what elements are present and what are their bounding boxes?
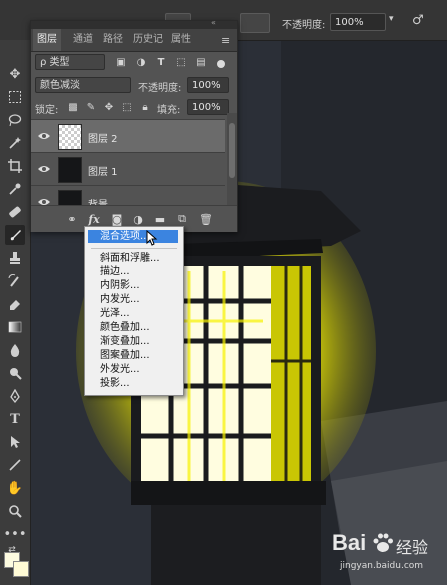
airbrush-icon[interactable]: ♂ bbox=[412, 13, 424, 28]
magic-wand-tool-icon[interactable] bbox=[5, 133, 25, 153]
fx-button[interactable]: fx bbox=[87, 212, 101, 226]
lock-image-pixels-icon[interactable]: ✎ bbox=[85, 101, 97, 113]
eyedropper-tool-icon[interactable] bbox=[5, 179, 25, 199]
menu-item-gradient-overlay[interactable]: 渐变叠加... bbox=[88, 335, 178, 348]
eraser-tool-icon[interactable] bbox=[5, 294, 25, 314]
mouse-cursor-icon bbox=[146, 230, 158, 246]
filter-kind-value: ρ 类型 bbox=[40, 57, 70, 68]
zoom-tool-icon[interactable] bbox=[5, 501, 25, 521]
watermark-brand: Bai bbox=[332, 530, 367, 555]
clone-stamp-tool-icon[interactable] bbox=[5, 248, 25, 268]
menu-item-inner-shadow[interactable]: 内阴影... bbox=[88, 279, 178, 292]
history-brush-tool-icon[interactable] bbox=[5, 271, 25, 291]
tab-paths[interactable]: 路径 bbox=[99, 29, 127, 51]
layer-row-background[interactable]: 背景 bbox=[31, 185, 225, 206]
opacity-value: 100% bbox=[335, 17, 364, 28]
tab-history[interactable]: 历史记 bbox=[129, 29, 167, 51]
delete-layer-trash-icon[interactable]: 🗑︎ bbox=[199, 212, 213, 226]
add-mask-icon[interactable]: ◙ bbox=[110, 212, 124, 226]
layer-opacity-value: 100% bbox=[192, 80, 221, 91]
opacity-dropdown-arrow-icon[interactable]: ▾ bbox=[389, 14, 394, 24]
crop-tool-icon[interactable] bbox=[5, 156, 25, 176]
filter-adjustment-icon[interactable]: ◑ bbox=[135, 56, 147, 68]
panel-tabs: 图层 通道 路径 历史记 属性 ≡ bbox=[31, 29, 237, 52]
path-selection-tool-icon[interactable] bbox=[5, 432, 25, 452]
marquee-tool-icon[interactable] bbox=[5, 87, 25, 107]
fill-label: 填充: bbox=[157, 105, 181, 116]
brush-dropdown[interactable] bbox=[240, 13, 270, 33]
watermark-suffix: 经验 bbox=[396, 538, 429, 557]
menu-item-satin[interactable]: 光泽... bbox=[88, 307, 178, 320]
paw-logo-icon bbox=[373, 533, 393, 552]
layer-row-2[interactable]: 图层 2 bbox=[31, 119, 225, 152]
collapse-panel-icon[interactable]: « bbox=[211, 18, 216, 27]
new-group-folder-icon[interactable]: ▬ bbox=[153, 212, 167, 226]
type-tool-icon[interactable]: T bbox=[5, 409, 25, 429]
visibility-eye-icon[interactable] bbox=[37, 162, 51, 176]
tab-properties[interactable]: 属性 bbox=[167, 29, 195, 51]
layer-name[interactable]: 图层 2 bbox=[88, 130, 118, 145]
filter-shape-icon[interactable]: ⬚ bbox=[175, 56, 187, 68]
line-tool-icon[interactable] bbox=[5, 455, 25, 475]
menu-item-pattern-overlay[interactable]: 图案叠加... bbox=[88, 349, 178, 362]
baidu-jingyan-watermark: Bai 经验 jingyan.baidu.com bbox=[332, 528, 442, 580]
panel-menu-icon[interactable]: ≡ bbox=[221, 34, 230, 47]
lock-artboard-icon[interactable]: ⬚ bbox=[121, 101, 133, 113]
pen-tool-icon[interactable] bbox=[5, 386, 25, 406]
layer-thumbnail bbox=[58, 190, 82, 206]
filter-type-icon[interactable]: T bbox=[155, 56, 167, 68]
dodge-tool-icon[interactable] bbox=[5, 363, 25, 383]
healing-brush-tool-icon[interactable] bbox=[5, 202, 25, 222]
lock-position-icon[interactable]: ✥ bbox=[103, 101, 115, 113]
lock-all-icon[interactable]: 🔒︎ bbox=[139, 101, 151, 113]
new-adjustment-layer-icon[interactable]: ◑ bbox=[131, 212, 145, 226]
tab-layers[interactable]: 图层 bbox=[33, 29, 61, 51]
blend-mode-value: 颜色减淡 bbox=[40, 80, 80, 91]
opacity-label: 不透明度: bbox=[282, 20, 326, 31]
filter-smart-object-icon[interactable]: ▤ bbox=[195, 56, 207, 68]
panel-title-bar[interactable]: « bbox=[31, 18, 237, 29]
filter-toggle-icon[interactable] bbox=[217, 60, 225, 68]
new-layer-icon[interactable]: ⧉ bbox=[175, 212, 189, 226]
blur-tool-icon[interactable] bbox=[5, 340, 25, 360]
layer-thumbnail bbox=[58, 124, 82, 150]
menu-item-inner-glow[interactable]: 内发光... bbox=[88, 293, 178, 306]
lock-label: 锁定: bbox=[35, 105, 59, 116]
visibility-eye-icon[interactable] bbox=[37, 129, 51, 143]
brush-tool-icon[interactable] bbox=[5, 225, 25, 245]
layer-row-1[interactable]: 图层 1 bbox=[31, 152, 225, 185]
scrollbar-thumb[interactable] bbox=[229, 123, 235, 178]
move-tool-icon[interactable]: ✥ bbox=[5, 64, 25, 84]
blend-mode-dropdown[interactable]: 颜色减淡 bbox=[35, 77, 131, 93]
layer-opacity-label: 不透明度: bbox=[138, 83, 182, 94]
menu-item-stroke[interactable]: 描边... bbox=[88, 265, 178, 278]
layer-thumbnail bbox=[58, 157, 82, 183]
lasso-tool-icon[interactable] bbox=[5, 110, 25, 130]
menu-item-blending-options[interactable]: 混合选项... bbox=[88, 230, 178, 243]
menu-item-bevel-emboss[interactable]: 斜面和浮雕... bbox=[88, 252, 178, 265]
fill-field[interactable]: 100% bbox=[187, 99, 229, 115]
fill-value: 100% bbox=[192, 102, 221, 113]
link-layers-icon[interactable]: ⚭ bbox=[65, 212, 79, 226]
fx-menu: 混合选项... 斜面和浮雕... 描边... 内阴影... 内发光... 光泽.… bbox=[84, 226, 184, 396]
tools-panel: ✥ T ✋ ••• ⇄ bbox=[0, 40, 31, 585]
layer-opacity-field[interactable]: 100% bbox=[187, 77, 229, 93]
hand-tool-icon[interactable]: ✋ bbox=[5, 478, 25, 498]
tab-channels[interactable]: 通道 bbox=[69, 29, 97, 51]
layer-name[interactable]: 图层 1 bbox=[88, 163, 118, 178]
menu-separator bbox=[91, 248, 177, 249]
layers-panel: « 图层 通道 路径 历史记 属性 ≡ ρ 类型 ▣ ◑ T ⬚ ▤ 颜色减淡 … bbox=[30, 18, 238, 232]
lock-transparent-pixels-icon[interactable]: ▩ bbox=[67, 101, 79, 113]
opacity-field[interactable]: 100% bbox=[330, 13, 386, 31]
menu-item-drop-shadow[interactable]: 投影... bbox=[88, 377, 178, 390]
filter-pixel-icon[interactable]: ▣ bbox=[115, 56, 127, 68]
background-color-swatch[interactable] bbox=[13, 561, 29, 577]
gradient-tool-icon[interactable] bbox=[5, 317, 25, 337]
menu-item-color-overlay[interactable]: 颜色叠加... bbox=[88, 321, 178, 334]
menu-item-outer-glow[interactable]: 外发光... bbox=[88, 363, 178, 376]
watermark-url: jingyan.baidu.com bbox=[340, 561, 424, 571]
filter-kind-dropdown[interactable]: ρ 类型 bbox=[35, 54, 105, 70]
